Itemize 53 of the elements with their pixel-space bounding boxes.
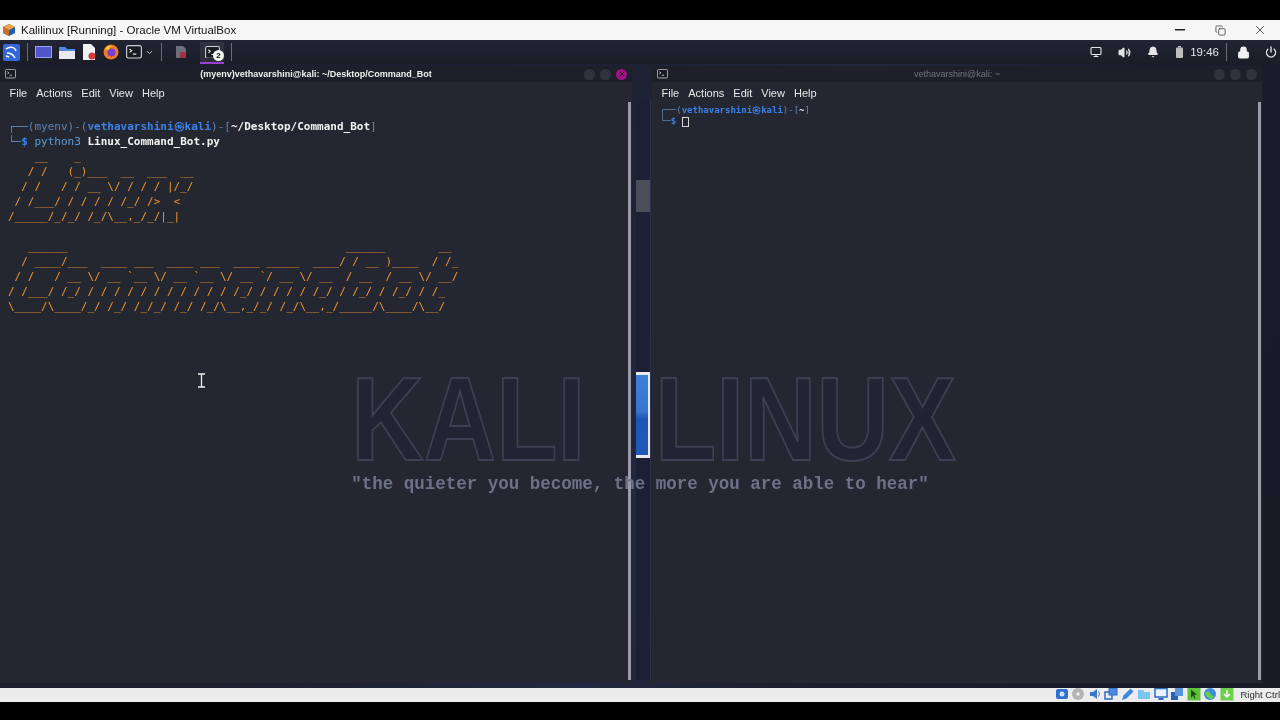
scroll-thumb[interactable] <box>636 180 650 212</box>
close-icon <box>617 70 626 78</box>
menu-item[interactable]: File <box>657 87 684 99</box>
menu-item[interactable]: View <box>756 87 790 99</box>
clock[interactable]: 19:46 <box>1190 46 1219 58</box>
app-menu-icon[interactable] <box>3 43 20 61</box>
window-title: vethavarshini@kali: ~ <box>914 69 1000 79</box>
speaker-icon[interactable] <box>1087 687 1102 701</box>
prompt-line: └─$ <box>660 116 678 127</box>
selection-handle[interactable] <box>636 372 650 458</box>
terminal-icon[interactable] <box>126 45 142 59</box>
globe-icon[interactable] <box>1203 687 1218 701</box>
terminal-icon <box>5 69 16 79</box>
disc-icon[interactable] <box>1071 687 1086 701</box>
browser-icon[interactable] <box>103 44 119 60</box>
window-title: (myenv)vethavarshini@kali: ~/Desktop/Command_Bot <box>200 69 432 79</box>
prompt-line: ┌──(myenv)-(vethavarshini㉿kali)-[~/Desktop/Command_Bot] <box>8 119 377 134</box>
close-icon <box>1253 23 1267 37</box>
text-cursor-icon <box>197 373 206 388</box>
host-key-label: Right Ctrl <box>1240 688 1280 700</box>
prompt-line: └─$ python3 Linux_Command_Bot.py <box>8 134 220 149</box>
monitor-icon[interactable] <box>1090 46 1103 58</box>
window-title: Kalilinux [Running] - Oracle VM VirtualBox <box>21 24 237 36</box>
workspace-icon[interactable] <box>35 46 52 58</box>
ascii-art-title: ______ ______ __ / ____/___ ____ ___ ____ ___ ____ _____ ____/ / __ )____ / /_ / / / __ \/ __ `__ \/ __ `__ \/ __ `/ __ \/ __ / __ / __ \/ __/ / /___/ /_/ / / / / / / / / / / / /_/ / / / / /_/ / /_/ / /_/ / /_ \____/\____/_/ /_/ /_/_/ /_/ /_/\__,_/_/ /_/\__,_/_____/\____/\__/ <box>8 239 459 314</box>
menu-item[interactable]: Help <box>137 87 170 99</box>
bell-icon[interactable] <box>1147 46 1160 58</box>
prompt-line: ┌──(vethavarshini㉿kali)-[~] <box>660 105 810 115</box>
battery-icon[interactable] <box>1176 46 1184 58</box>
power-icon[interactable] <box>1265 46 1277 58</box>
monitor-icon[interactable] <box>1153 687 1168 701</box>
document-icon <box>175 45 187 59</box>
menu-item[interactable]: Edit <box>76 87 105 99</box>
count-badge: 2 <box>213 50 224 61</box>
menu-item[interactable]: Actions <box>683 87 729 99</box>
ascii-art-title: __ _ / / (_)___ __ ___ __ / / / / __ \/ / / / |/_/ / /___/ / / / / /_/ /> < /_____/_/_/ /_/\__,_/_/|_| <box>8 149 194 224</box>
menu-item[interactable]: View <box>104 87 138 99</box>
menu-item[interactable]: Help <box>789 87 822 99</box>
scrollbar[interactable] <box>1258 102 1261 680</box>
folder-icon[interactable] <box>59 45 75 59</box>
restore-icon <box>1214 24 1226 36</box>
menu-item[interactable]: Actions <box>31 87 77 99</box>
windows-icon[interactable] <box>1104 687 1119 701</box>
lock-icon[interactable] <box>1237 45 1250 59</box>
cube-icon <box>2 23 16 37</box>
minimize-icon <box>1175 29 1185 31</box>
menu-item[interactable]: Edit <box>728 87 757 99</box>
menu-item[interactable]: File <box>5 87 32 99</box>
speaker-icon[interactable] <box>1118 45 1132 59</box>
terminal-icon <box>657 69 668 79</box>
squares-icon[interactable] <box>1170 687 1185 701</box>
document-icon[interactable] <box>82 44 96 60</box>
close-button[interactable] <box>616 68 627 80</box>
